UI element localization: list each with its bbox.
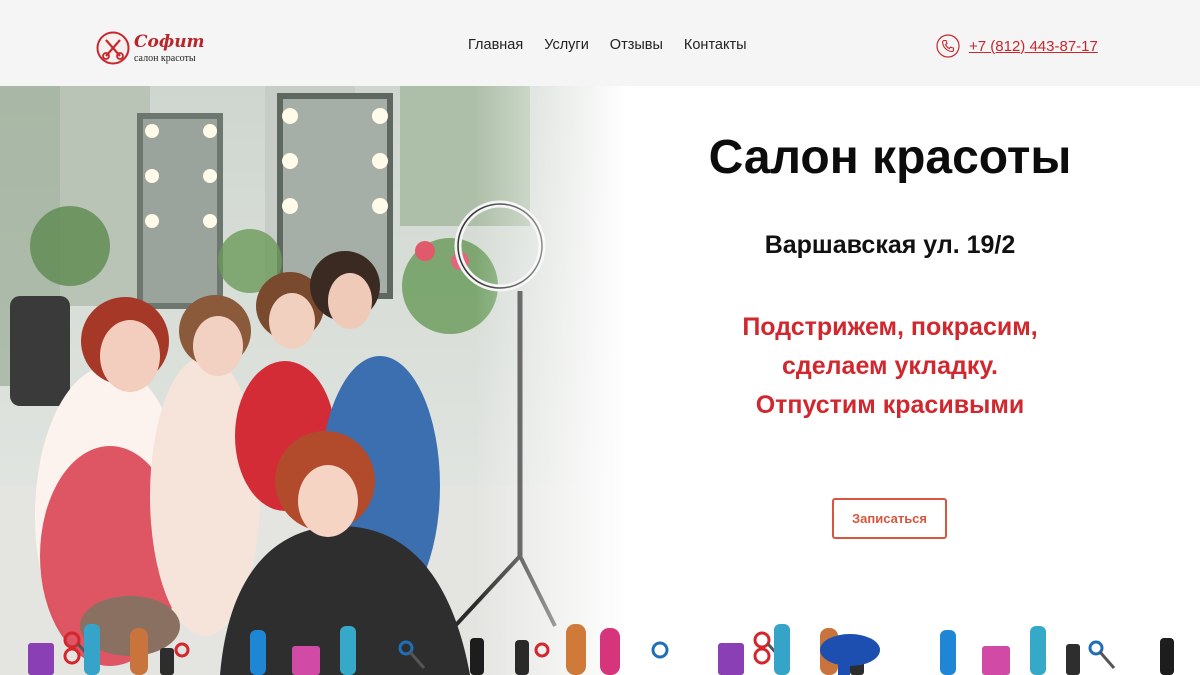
nav-item-home[interactable]: Главная [468, 37, 523, 53]
hero-section: Салон красоты Варшавская ул. 19/2 Подстр… [640, 86, 1140, 626]
logo[interactable]: Софит салон красоты [96, 31, 206, 65]
tagline-line: Отпустим красивыми [755, 391, 1025, 419]
nav-item-contacts[interactable]: Контакты [684, 37, 747, 53]
nav-item-reviews[interactable]: Отзывы [610, 37, 663, 53]
scissors-logo-icon [96, 31, 130, 65]
main-nav: Главная Услуги Отзывы Контакты [468, 37, 747, 53]
hair-tools-decoration [0, 618, 1200, 675]
phone-icon [936, 34, 960, 58]
site-header: Софит салон красоты Главная Услуги Отзыв… [0, 0, 1200, 86]
hero-tagline: Подстрижем, покрасим, сделаем укладку. О… [640, 308, 1140, 425]
logo-name: Софит [134, 32, 205, 52]
hair-tools-icon [28, 622, 1200, 675]
phone-link[interactable]: +7 (812) 443-87-17 [969, 38, 1098, 55]
nav-item-services[interactable]: Услуги [544, 37, 589, 53]
phone-block: +7 (812) 443-87-17 [936, 34, 1098, 58]
tagline-line: Подстрижем, покрасим, [742, 313, 1038, 341]
hero-title: Салон красоты [708, 131, 1072, 184]
hero-photo [0, 86, 660, 675]
hero-address: Варшавская ул. 19/2 [764, 231, 1016, 259]
logo-subtitle: салон красоты [134, 53, 196, 64]
tagline-line: сделаем укладку. [781, 352, 998, 380]
book-appointment-button[interactable]: Записаться [832, 498, 947, 539]
